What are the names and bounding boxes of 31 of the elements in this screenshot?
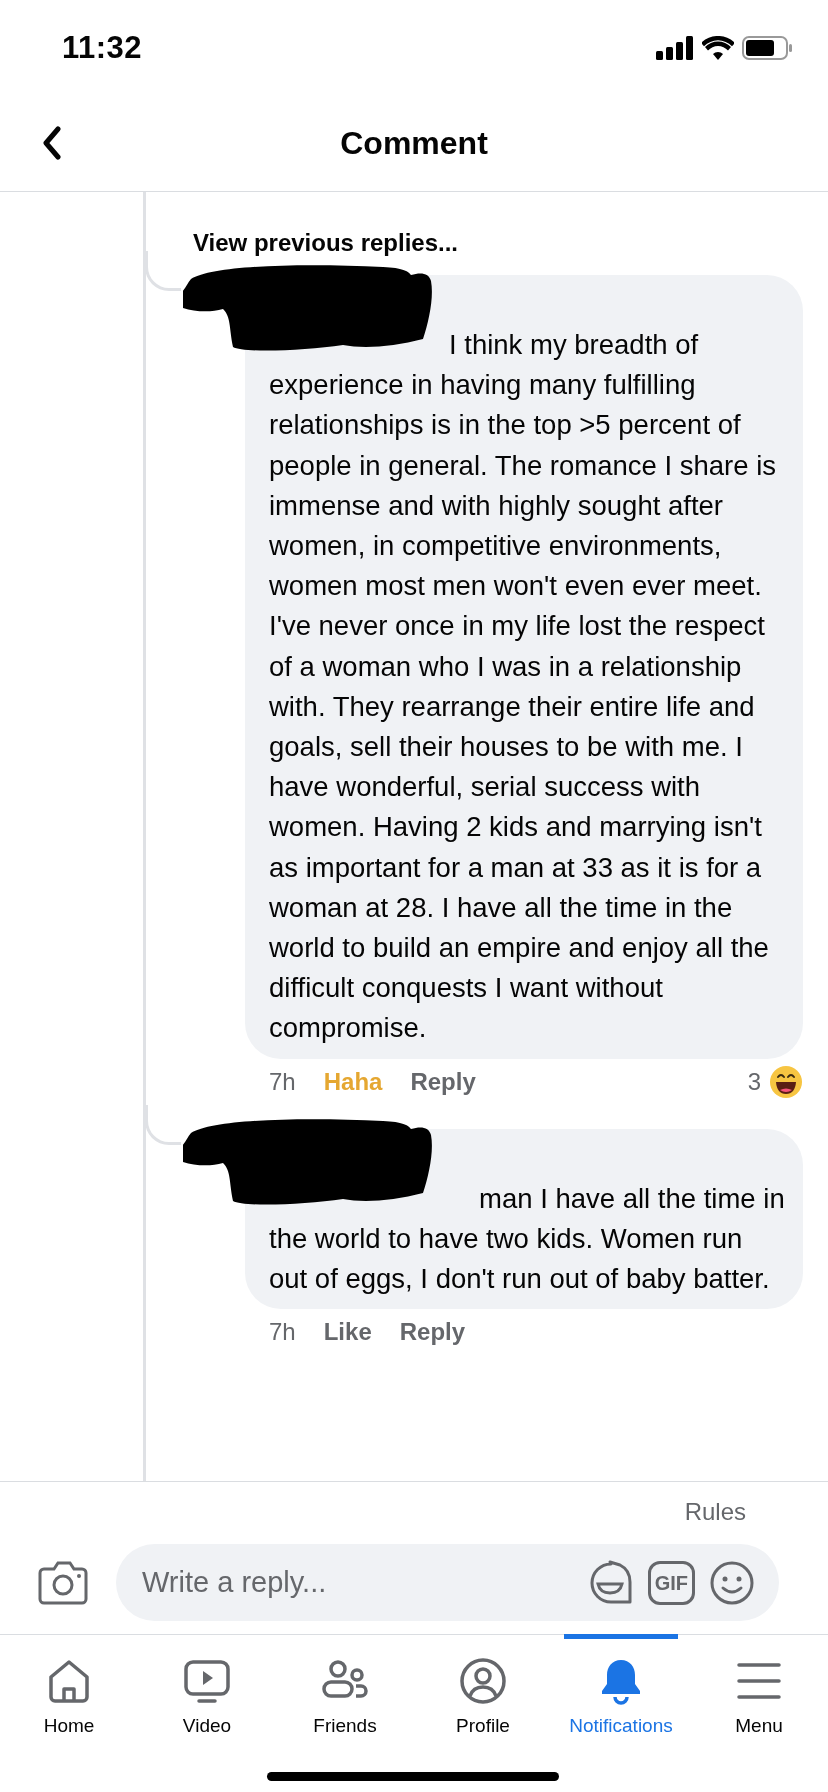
profile-icon <box>459 1657 507 1705</box>
tab-bar-item[interactable]: Friends <box>276 1635 414 1751</box>
react-button[interactable]: Like <box>323 1318 372 1347</box>
emoji-icon[interactable] <box>709 1559 755 1606</box>
video-icon <box>183 1657 231 1705</box>
laughing-face-icon <box>769 1064 803 1099</box>
tab-bar-item[interactable]: Menu <box>690 1635 828 1751</box>
battery-icon <box>742 35 792 60</box>
signal-icon <box>656 35 694 60</box>
reply-button[interactable]: Reply <box>410 1067 476 1096</box>
camera-icon[interactable] <box>38 1560 88 1605</box>
reaction-count: 3 <box>747 1067 761 1096</box>
thread-connector-line <box>145 1104 181 1145</box>
comment-text: I think my breadth of experience in having many fulfilling relationships is in the top >5 percent of people in general. The romance I share is immense and with highly sought after women, in competitive environments, women most men won't even ever meet. I've never once in my life lost the respect of a woman who I was in a relationship with. They rearrange their entire life and goals, sell their houses to be with me. I have wonderful, serial success with women. Having 2 kids and marrying isn't as important for a man at 33 as it is for a woman at 28. I have all the time in the world to build an empire and enjoy all the difficult conquests I want without compromise. <box>269 328 778 1046</box>
tab-bar-item[interactable]: Home <box>0 1635 138 1751</box>
comment-text: man I have all the time in the world to have two kids. Women run out of eggs, I don't run out of baby batter. <box>269 1181 785 1297</box>
back-chevron-icon <box>42 126 62 160</box>
tab-bar-item[interactable]: Profile <box>414 1635 552 1751</box>
gif-button[interactable]: GIF <box>647 1560 695 1605</box>
tab-bar-item[interactable]: Video <box>138 1635 276 1751</box>
wifi-icon <box>702 35 734 60</box>
clock-time: 11:32 <box>62 29 143 66</box>
thread-connector-line <box>145 251 181 291</box>
rules-link[interactable]: Rules <box>684 1498 746 1526</box>
reply-input-field[interactable]: Write a reply... GIF <box>116 1544 779 1621</box>
reply-button[interactable]: Reply <box>399 1318 466 1347</box>
comment-time: 7h <box>269 1318 296 1347</box>
comment-time: 7h <box>269 1067 296 1096</box>
view-previous-replies-link[interactable]: View previous replies... <box>193 226 458 260</box>
tab-bar-item[interactable]: Notifications <box>552 1635 690 1751</box>
page-title: Comment <box>340 124 488 162</box>
